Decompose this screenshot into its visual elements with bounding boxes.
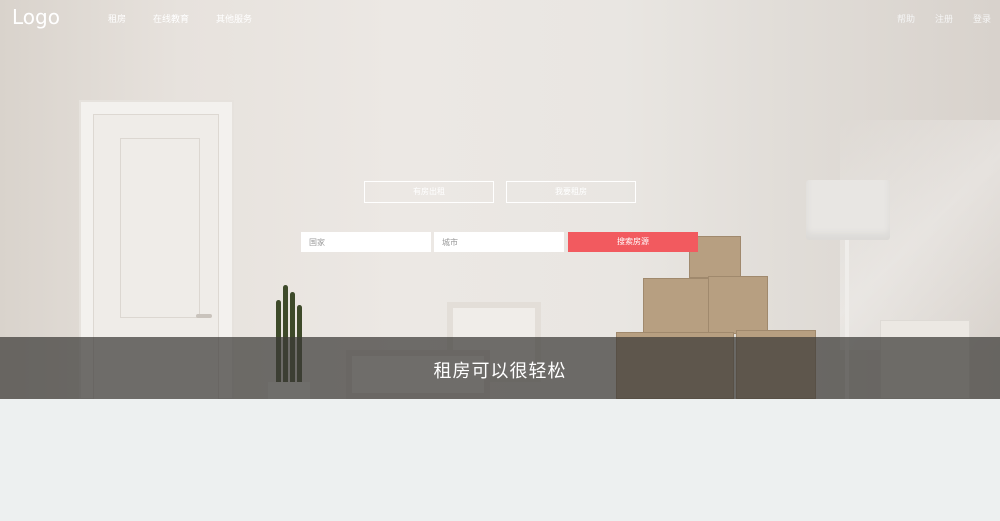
lamp-shade-image (806, 180, 890, 240)
logo[interactable]: Logo (12, 5, 60, 29)
top-navbar: Logo 租房 在线教育 其他服务 帮助 注册 登录 (0, 0, 1000, 36)
nav-item-help[interactable]: 帮助 (897, 12, 915, 25)
nav-item-login[interactable]: 登录 (973, 12, 991, 25)
cardboard-box-image (643, 278, 713, 334)
nav-item-register[interactable]: 注册 (935, 12, 953, 25)
search-listings-button[interactable]: 搜索房源 (568, 232, 698, 252)
door-knob-image (196, 314, 212, 318)
nav-item-online-education[interactable]: 在线教育 (153, 12, 189, 25)
rent-out-button[interactable]: 有房出租 (364, 181, 494, 203)
country-input[interactable] (301, 232, 431, 252)
cardboard-box-image (708, 276, 768, 334)
rent-in-button[interactable]: 我要租房 (506, 181, 636, 203)
content-area (0, 399, 1000, 521)
city-input[interactable] (434, 232, 564, 252)
nav-item-other-services[interactable]: 其他服务 (216, 12, 252, 25)
hero-section: Logo 租房 在线教育 其他服务 帮助 注册 登录 有房出租 我要租房 搜索房… (0, 0, 1000, 399)
tagline-text: 租房可以很轻松 (433, 361, 567, 382)
door-panel-image (120, 138, 200, 318)
nav-item-rent[interactable]: 租房 (108, 12, 126, 25)
